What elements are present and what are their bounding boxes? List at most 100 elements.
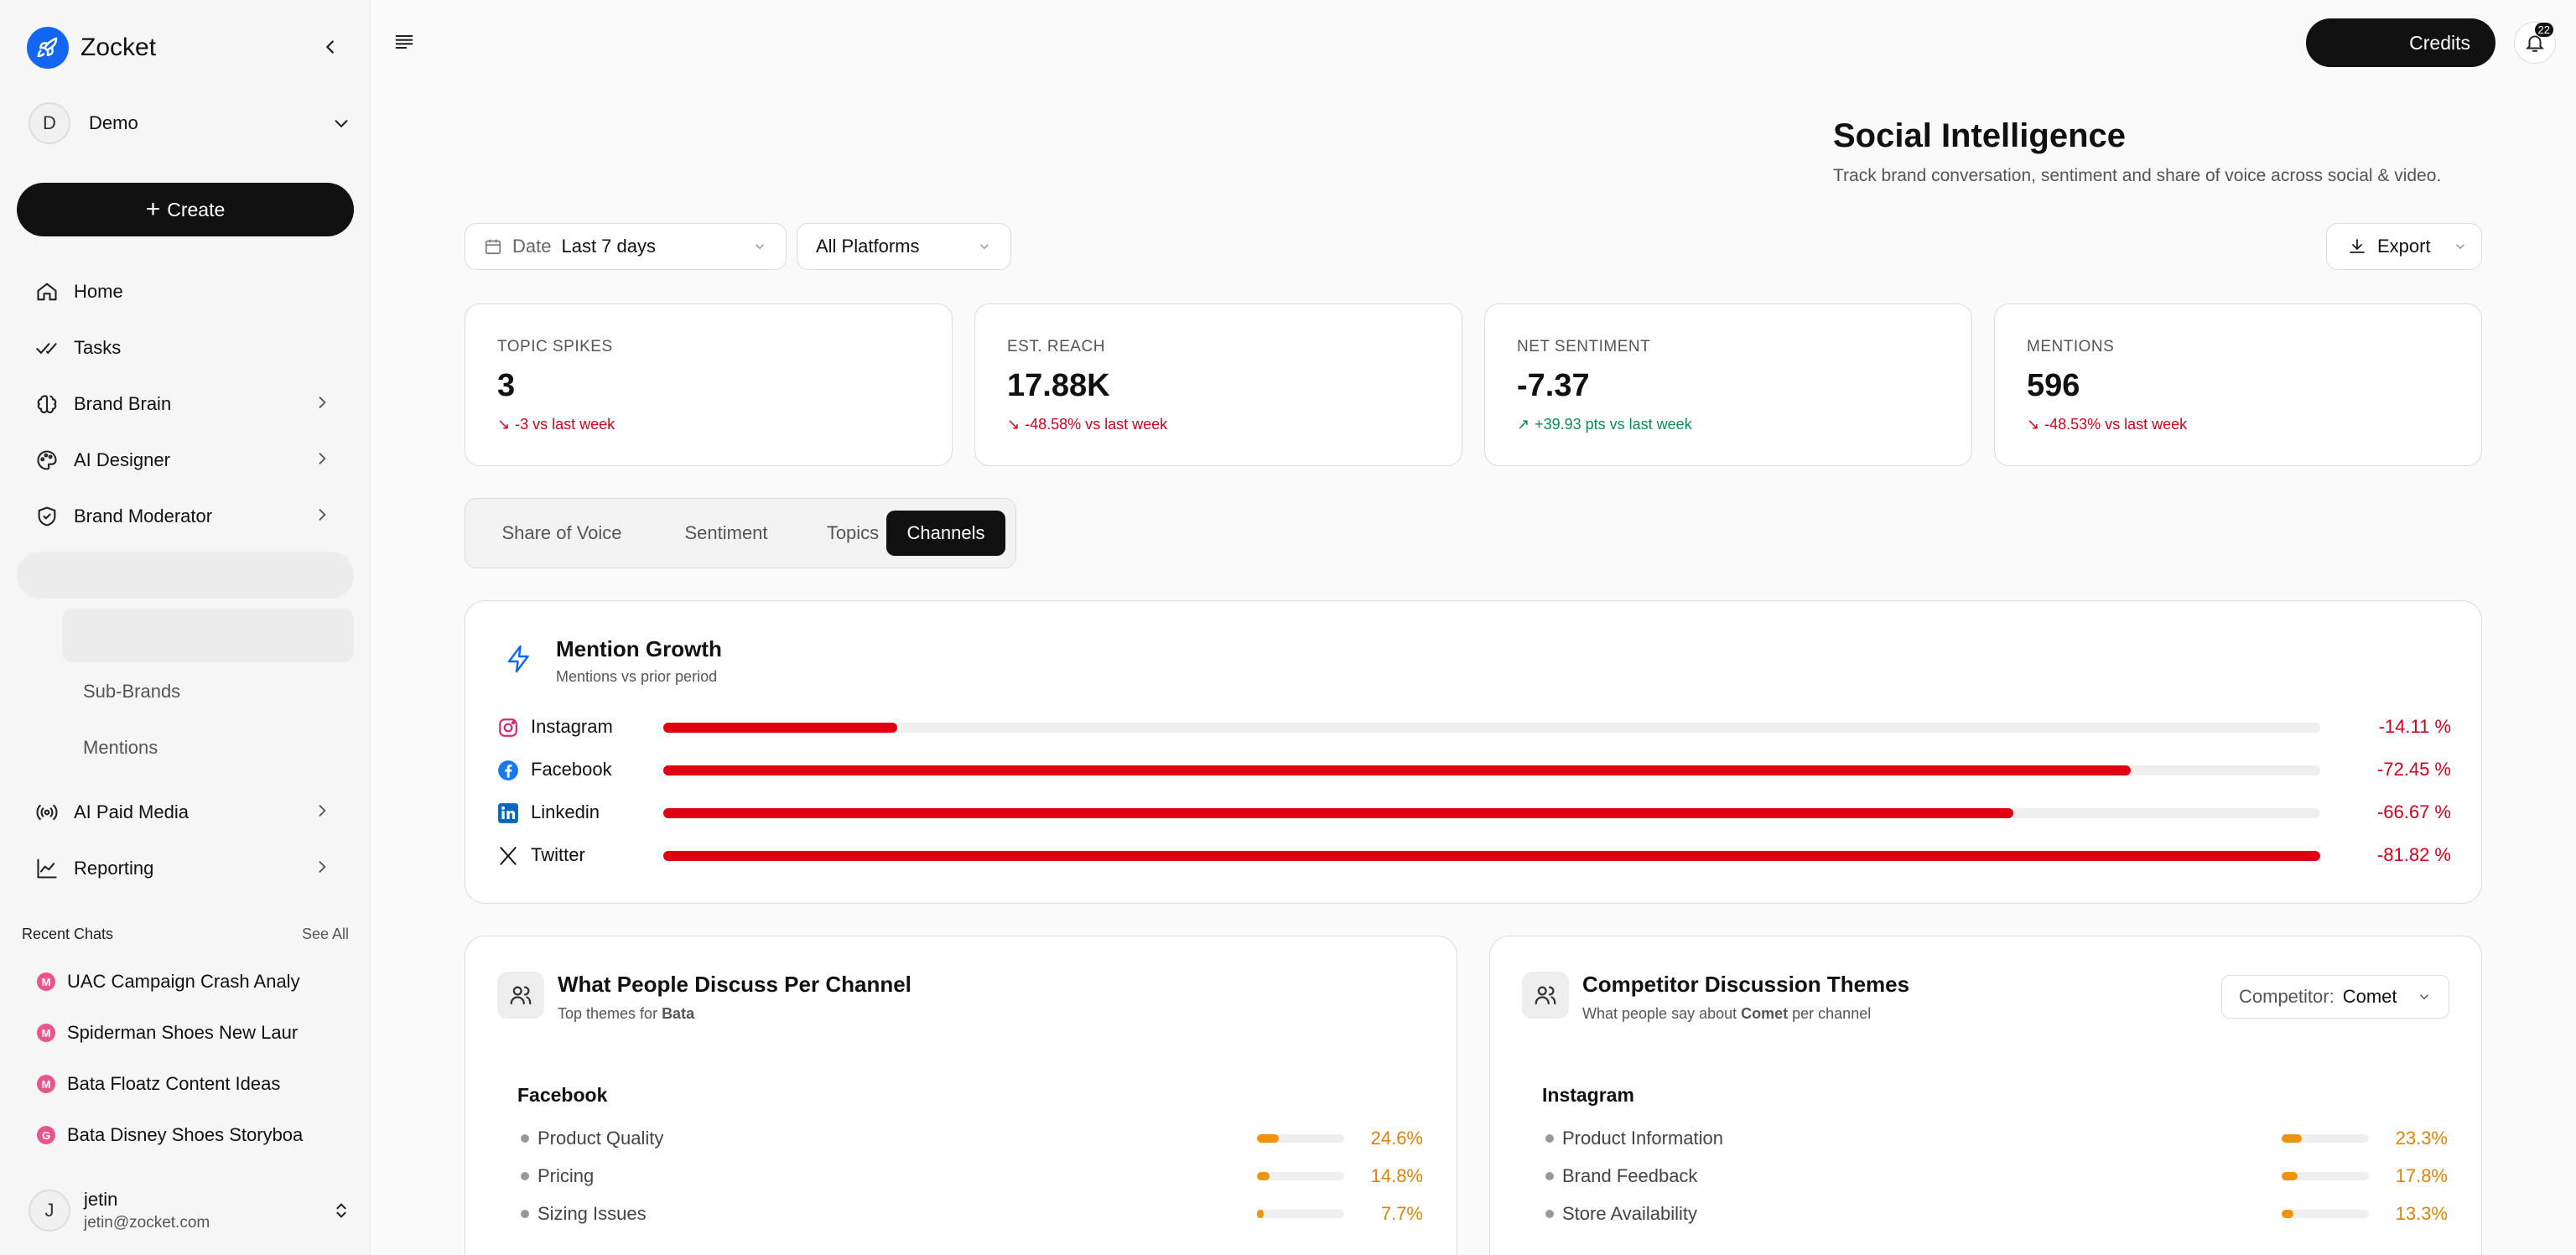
kpi-delta-text: -48.58% vs last week <box>1025 416 1168 433</box>
export-label: Export <box>2377 236 2431 257</box>
kpi-value: -7.37 <box>1517 368 1590 403</box>
rocket-logo-icon <box>27 27 69 69</box>
tab-channels[interactable]: Channels <box>886 511 1005 556</box>
theme-track <box>1257 1172 1344 1180</box>
user-name: jetin <box>84 1189 118 1210</box>
chevron-right-icon <box>319 805 326 817</box>
kpi-card-topic-spikes: TOPIC SPIKES 3 ↘ -3 vs last week <box>465 303 953 466</box>
create-button[interactable]: + Create <box>17 183 354 236</box>
theme-track <box>2282 1134 2369 1143</box>
linkedin-icon <box>498 803 518 823</box>
theme-percent: 23.3% <box>2395 1128 2448 1149</box>
date-filter-value: Last 7 days <box>561 236 656 257</box>
channel-name: Facebook <box>531 759 612 780</box>
tab-sentiment[interactable]: Sentiment <box>653 511 799 556</box>
channel-group-title: Instagram <box>1542 1084 1634 1106</box>
notification-count: 22 <box>2534 23 2553 37</box>
chevron-right-icon <box>319 861 326 873</box>
sidebar: Zocket D Demo + Create Home Tasks Brand … <box>0 0 371 1255</box>
growth-percent: -66.67 % <box>2376 801 2451 822</box>
subtitle-prefix: What people say about <box>1582 1005 1742 1022</box>
chat-title: Bata Disney Shoes Storyboa <box>67 1124 304 1145</box>
competitor-select-label: Competitor: <box>2239 986 2334 1007</box>
bullet-dot <box>521 1134 529 1143</box>
theme-label: Product Quality <box>538 1128 664 1149</box>
chevron-down-icon <box>979 244 989 250</box>
competitor-select[interactable]: Competitor: Comet <box>2221 975 2449 1019</box>
theme-percent: 14.8% <box>1370 1165 1423 1186</box>
menu-toggle-button[interactable] <box>392 30 418 55</box>
nav-home[interactable]: Home <box>17 269 354 314</box>
twitter-x-icon <box>500 847 517 865</box>
workspace-name: Demo <box>89 112 138 133</box>
theme-track <box>1257 1210 1344 1218</box>
nav-item-placeholder[interactable] <box>17 552 354 599</box>
growth-bar <box>663 808 2014 818</box>
double-check-icon <box>36 343 57 355</box>
mention-growth-row: Twitter -81.82 % <box>497 843 2451 868</box>
lightning-icon <box>507 645 529 673</box>
chat-title: UAC Campaign Crash Analy <box>67 971 300 992</box>
card-title: Mention Growth <box>556 636 722 661</box>
nav-label: Brand Moderator <box>74 506 213 526</box>
competitor-select-value: Comet <box>2342 986 2397 1007</box>
date-filter[interactable]: Date Last 7 days <box>465 223 787 270</box>
instagram-icon <box>499 718 517 737</box>
collapse-sidebar-button[interactable] <box>317 34 344 60</box>
chevron-left-icon <box>325 40 334 54</box>
growth-track <box>663 723 2320 733</box>
chevron-right-icon <box>319 397 326 408</box>
theme-percent: 17.8% <box>2395 1165 2448 1186</box>
platform-filter[interactable]: All Platforms <box>797 223 1011 270</box>
create-label: Create <box>167 198 226 220</box>
growth-track <box>663 765 2320 775</box>
chat-title: Bata Floatz Content Ideas <box>67 1073 281 1094</box>
notifications-button[interactable]: 22 <box>2514 22 2556 64</box>
nav-ai-paid-media[interactable]: AI Paid Media <box>17 790 354 835</box>
theme-label: Sizing Issues <box>538 1203 647 1224</box>
mention-growth-row: Instagram -14.11 % <box>497 714 2451 739</box>
kpi-card-net-sentiment: NET SENTIMENT -7.37 ↗ +39.93 pts vs last … <box>1484 303 1972 466</box>
recent-chat-item[interactable]: G Bata Disney Shoes Storyboa <box>37 1123 305 1148</box>
discuss-per-channel-card: What People Discuss Per Channel Top them… <box>465 936 1457 1255</box>
nav-ai-designer[interactable]: AI Designer <box>17 438 354 483</box>
nav-sub-brands[interactable]: Sub-Brands <box>83 681 180 703</box>
kpi-delta: ↘ -3 vs last week <box>497 416 920 433</box>
users-icon <box>497 972 544 1019</box>
sub-item-placeholder[interactable] <box>62 609 354 662</box>
user-menu[interactable]: J jetin jetin@zocket.com <box>29 1185 351 1236</box>
see-all-link[interactable]: See All <box>302 926 349 943</box>
workspace-switcher[interactable]: D Demo <box>29 99 351 148</box>
theme-row: Brand Feedback 17.8% <box>1542 1164 2448 1189</box>
chevron-right-icon <box>319 453 326 464</box>
nav-brand-moderator[interactable]: Brand Moderator <box>17 494 354 539</box>
workspace-avatar: D <box>29 102 70 144</box>
growth-percent: -81.82 % <box>2376 844 2451 865</box>
recent-chat-item[interactable]: M Spiderman Shoes New Laur <box>37 1020 305 1045</box>
tab-share-of-voice[interactable]: Share of Voice <box>477 511 647 556</box>
credits-button[interactable]: Credits <box>2306 18 2496 67</box>
recent-chat-item[interactable]: M Bata Floatz Content Ideas <box>37 1071 305 1097</box>
card-title: What People Discuss Per Channel <box>558 972 911 997</box>
theme-row: Store Availability 13.3% <box>1542 1201 2448 1226</box>
theme-track <box>2282 1172 2369 1180</box>
theme-row: Pricing 14.8% <box>517 1164 1423 1189</box>
nav-reporting[interactable]: Reporting <box>17 846 354 891</box>
export-button[interactable]: Export <box>2326 223 2482 270</box>
nav-label: AI Paid Media <box>74 801 189 822</box>
kpi-card-est-reach: EST. REACH 17.88K ↘ -48.58% vs last week <box>974 303 1462 466</box>
theme-percent: 7.7% <box>1380 1203 1423 1224</box>
palette-icon <box>37 450 57 470</box>
kpi-delta-text: +39.93 pts vs last week <box>1535 416 1692 433</box>
recent-chat-item[interactable]: M UAC Campaign Crash Analy <box>37 969 305 994</box>
growth-track <box>663 851 2320 861</box>
nav-tasks[interactable]: Tasks <box>17 325 354 371</box>
plus-icon: + <box>145 195 161 223</box>
arrow-down-right-icon: ↘ <box>497 416 511 433</box>
channel-name: Twitter <box>531 844 585 865</box>
subtitle-prefix: Top themes for <box>558 1005 662 1022</box>
brand[interactable]: Zocket <box>27 27 156 69</box>
nav-mentions[interactable]: Mentions <box>83 737 158 759</box>
subtitle-suffix: per channel <box>1788 1005 1872 1022</box>
nav-brand-brain[interactable]: Brand Brain <box>17 381 354 427</box>
